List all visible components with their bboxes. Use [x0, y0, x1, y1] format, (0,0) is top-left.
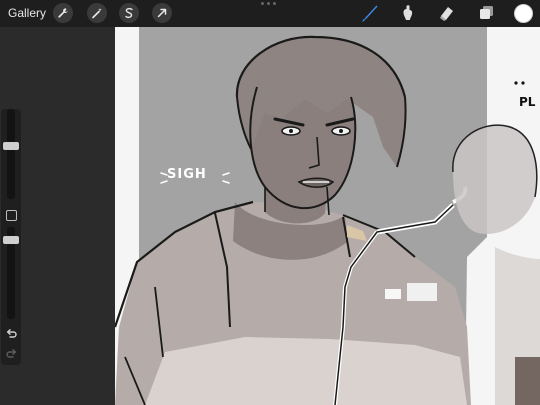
layers-button[interactable]	[475, 2, 497, 24]
undo-icon[interactable]	[5, 327, 18, 340]
left-sidebar	[0, 27, 24, 405]
slider-panel	[1, 109, 21, 365]
opacity-slider-thumb[interactable]	[3, 236, 19, 244]
top-toolbar: Gallery	[0, 0, 540, 27]
drawing-canvas[interactable]: SIGH PL	[115, 27, 540, 405]
brush-size-slider-thumb[interactable]	[3, 142, 19, 150]
adjustments-button[interactable]	[87, 3, 107, 23]
selection-button[interactable]	[119, 3, 139, 23]
artwork-illustration	[115, 27, 540, 405]
eraser-icon	[440, 7, 453, 21]
redo-icon[interactable]	[5, 347, 18, 360]
smudge-icon	[403, 5, 413, 20]
color-swatch-button[interactable]	[514, 4, 533, 23]
smudge-tool-button[interactable]	[397, 2, 419, 24]
erase-tool-button[interactable]	[436, 2, 458, 24]
brush-icon	[362, 5, 378, 22]
brush-size-slider-track[interactable]	[7, 109, 15, 199]
magic-wand-icon	[92, 8, 102, 19]
transform-button[interactable]	[152, 3, 172, 23]
wrench-icon	[58, 8, 68, 18]
actions-button[interactable]	[53, 3, 73, 23]
gallery-button[interactable]: Gallery	[8, 6, 46, 20]
paint-tool-button[interactable]	[359, 2, 381, 24]
modify-button[interactable]	[6, 210, 17, 221]
pl-text: PL	[519, 95, 536, 109]
arrow-cursor-icon	[157, 8, 167, 18]
toolbar-grip-handle[interactable]	[261, 2, 277, 5]
layers-icon	[480, 6, 493, 19]
selection-s-icon	[125, 7, 133, 19]
sigh-text: SIGH	[167, 167, 207, 182]
